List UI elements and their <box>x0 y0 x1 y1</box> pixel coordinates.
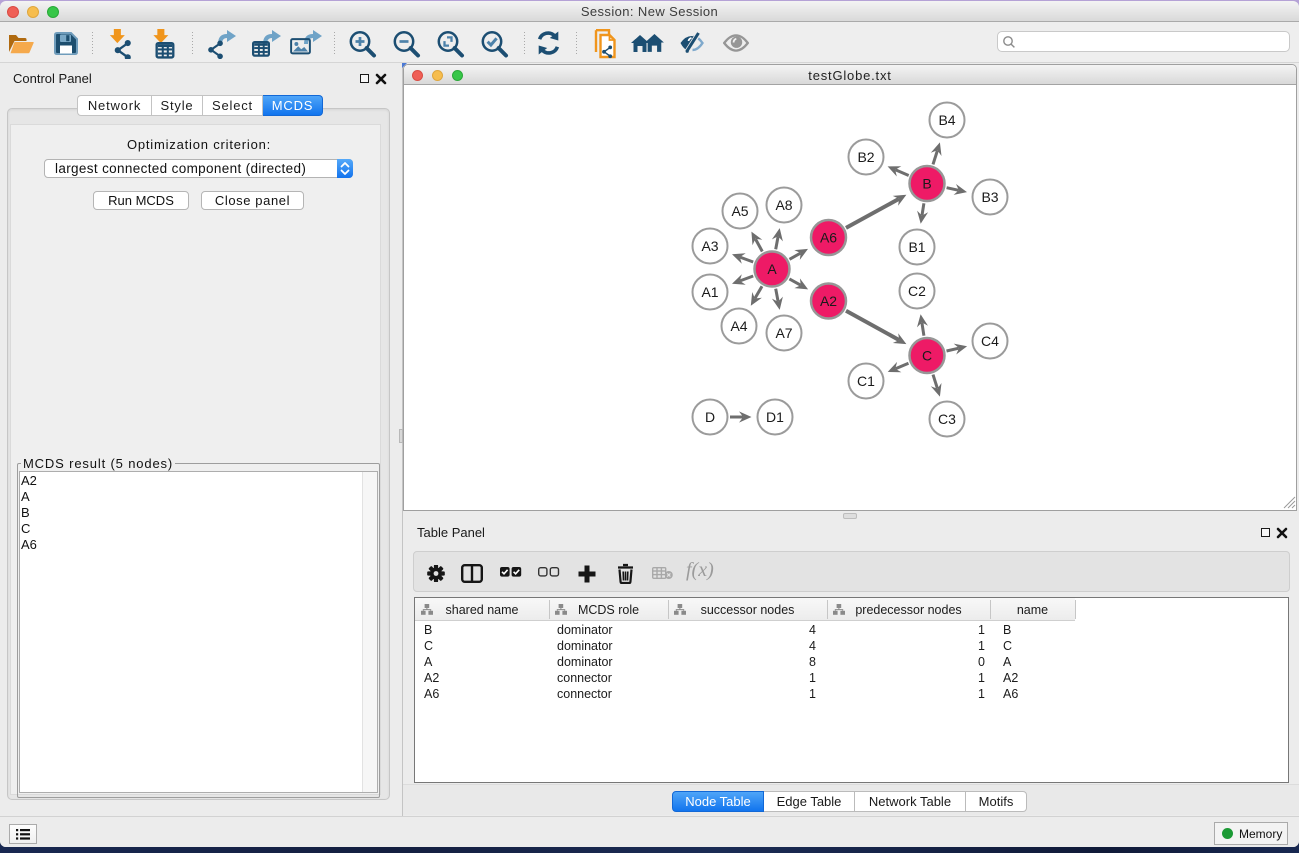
svg-text:B1: B1 <box>908 239 925 255</box>
svg-text:B3: B3 <box>981 189 998 205</box>
svg-text:C1: C1 <box>857 373 875 389</box>
svg-text:A1: A1 <box>701 284 718 300</box>
svg-text:A4: A4 <box>730 318 747 334</box>
svg-text:C3: C3 <box>938 411 956 427</box>
svg-text:C4: C4 <box>981 333 999 349</box>
svg-text:C: C <box>922 348 932 364</box>
svg-text:A5: A5 <box>731 203 748 219</box>
svg-text:A3: A3 <box>701 238 718 254</box>
svg-text:A6: A6 <box>820 230 837 246</box>
svg-text:D: D <box>705 409 715 425</box>
svg-text:A2: A2 <box>820 293 837 309</box>
svg-text:B4: B4 <box>938 112 955 128</box>
svg-text:C2: C2 <box>908 283 926 299</box>
svg-text:B: B <box>922 176 931 192</box>
svg-text:A7: A7 <box>775 325 792 341</box>
svg-text:D1: D1 <box>766 409 784 425</box>
svg-text:A: A <box>767 261 777 277</box>
svg-text:A8: A8 <box>775 197 792 213</box>
svg-text:B2: B2 <box>857 149 874 165</box>
